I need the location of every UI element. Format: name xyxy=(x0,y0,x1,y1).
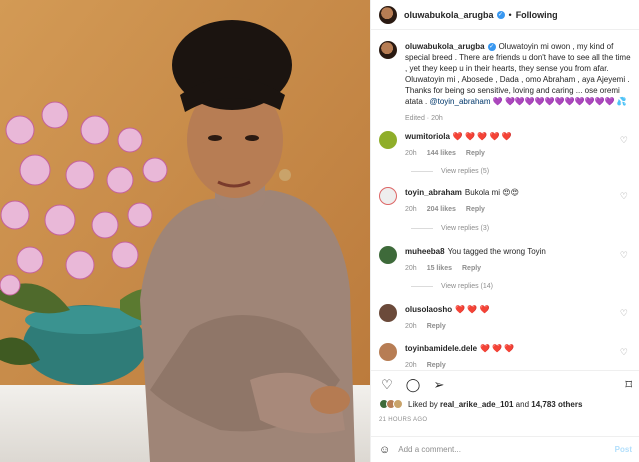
comment-like-heart-icon[interactable]: ♡ xyxy=(620,308,628,319)
header-separator: • xyxy=(508,9,512,20)
comment-avatar[interactable] xyxy=(379,343,397,361)
comment-time: 20h xyxy=(405,150,417,157)
comment-like-heart-icon[interactable]: ♡ xyxy=(620,250,628,261)
bookmark-icon[interactable]: ⌑ xyxy=(625,377,632,393)
caption-avatar[interactable] xyxy=(379,41,397,59)
comment-item: wumitoriola ❤️ ❤️ ❤️ ❤️ ❤️ 20h 144 likes Re… xyxy=(379,131,634,159)
caption-block: oluwabukola_arugba ✓ Oluwatoyin mi owon , … xyxy=(379,41,634,124)
view-replies-button[interactable]: View replies (14) xyxy=(411,283,493,290)
comment-avatar[interactable] xyxy=(379,246,397,264)
post-comment-button[interactable]: Post xyxy=(615,445,632,454)
caption-mention-link[interactable]: @toyin_abraham xyxy=(429,97,490,106)
liked-by-connector: and xyxy=(515,399,530,409)
comment-avatar[interactable] xyxy=(379,187,397,205)
comment-username[interactable]: toyin_abraham xyxy=(405,188,462,197)
emoji-icon[interactable]: ☺ xyxy=(379,444,390,456)
comment-time: 20h xyxy=(405,362,417,369)
view-replies-button[interactable]: View replies (3) xyxy=(411,225,489,232)
author-username[interactable]: oluwabukola_arugba xyxy=(404,10,494,20)
verified-badge-icon: ✓ xyxy=(496,10,505,19)
add-comment-bar: ☺ Add a comment... Post xyxy=(371,436,639,462)
comments-list[interactable]: oluwabukola_arugba ✓ Oluwatoyin mi owon , … xyxy=(371,31,639,369)
following-button[interactable]: Following xyxy=(516,10,558,20)
comment-item: olusolaosho ❤️ ❤️ ❤️ 20h Reply ♡ xyxy=(379,304,634,332)
comment-username[interactable]: olusolaosho xyxy=(405,305,452,314)
reply-button[interactable]: Reply xyxy=(466,150,485,157)
post-timestamp[interactable]: 21 HOURS AGO xyxy=(379,417,427,423)
verified-badge-icon: ✓ xyxy=(487,42,496,51)
reply-button[interactable]: Reply xyxy=(466,206,485,213)
comment-username[interactable]: muheeba8 xyxy=(405,247,445,256)
post-image-illustration xyxy=(0,0,370,462)
liked-by-prefix: Liked by xyxy=(408,399,438,409)
comment-username[interactable]: toyinbamidele.dele xyxy=(405,344,477,353)
comment-avatar[interactable] xyxy=(379,304,397,322)
liked-by-user[interactable]: real_arike_ade_101 xyxy=(440,400,513,409)
comment-icon[interactable]: ◯ xyxy=(405,377,421,393)
liker-avatars[interactable] xyxy=(379,399,403,409)
comment-likes[interactable]: 15 likes xyxy=(427,265,452,272)
comment-likes[interactable]: 204 likes xyxy=(427,206,456,213)
comment-like-heart-icon[interactable]: ♡ xyxy=(620,347,628,358)
caption-username[interactable]: oluwabukola_arugba xyxy=(405,42,485,51)
add-comment-input[interactable]: Add a comment... xyxy=(398,445,461,454)
author-avatar[interactable] xyxy=(379,5,397,24)
comment-item: toyinbamidele.dele ❤️ ❤️ ❤️ 20h Reply ♡ xyxy=(379,343,634,369)
comment-username[interactable]: wumitoriola xyxy=(405,132,450,141)
heart-icon[interactable]: ♡ xyxy=(379,377,395,393)
share-icon[interactable]: ➢ xyxy=(431,377,447,393)
caption-meta: Edited · 20h xyxy=(405,115,443,122)
post-actions: ♡ ◯ ➢ ⌑ Liked by real_arike_ade_101 and … xyxy=(371,370,639,440)
comment-text: Bukola mi 😍😍 xyxy=(464,188,519,197)
view-replies-button[interactable]: View replies (5) xyxy=(411,168,489,175)
comment-text: ❤️ ❤️ ❤️ ❤️ ❤️ xyxy=(452,132,512,141)
liked-by: Liked by real_arike_ade_101 and 14,783 o… xyxy=(379,399,582,409)
comment-time: 20h xyxy=(405,265,417,272)
comment-likes[interactable]: 144 likes xyxy=(427,150,456,157)
comment-like-heart-icon[interactable]: ♡ xyxy=(620,135,628,146)
comment-text: You tagged the wrong Toyin xyxy=(447,247,546,256)
reply-button[interactable]: Reply xyxy=(427,323,446,330)
comment-time: 20h xyxy=(405,206,417,213)
post-photo[interactable] xyxy=(0,0,370,462)
comment-text: ❤️ ❤️ ❤️ xyxy=(480,344,515,353)
comment-like-heart-icon[interactable]: ♡ xyxy=(620,191,628,202)
comment-text: ❤️ ❤️ ❤️ xyxy=(455,305,490,314)
caption-emoji: 💜 💜💜💜💜💜💜💜💜💜💜💜 💦 xyxy=(492,97,627,106)
comment-avatar[interactable] xyxy=(379,131,397,149)
comment-time: 20h xyxy=(405,323,417,330)
reply-button[interactable]: Reply xyxy=(462,265,481,272)
comment-item: toyin_abraham Bukola mi 😍😍 20h 204 likes Re… xyxy=(379,187,634,215)
likes-count[interactable]: 14,783 others xyxy=(531,400,582,409)
reply-button[interactable]: Reply xyxy=(427,362,446,369)
post-side-panel: oluwabukola_arugba ✓ • Following oluwabu… xyxy=(370,0,639,462)
comment-item: muheeba8 You tagged the wrong Toyin 20h 15… xyxy=(379,246,634,274)
post-header: oluwabukola_arugba ✓ • Following xyxy=(371,0,639,30)
